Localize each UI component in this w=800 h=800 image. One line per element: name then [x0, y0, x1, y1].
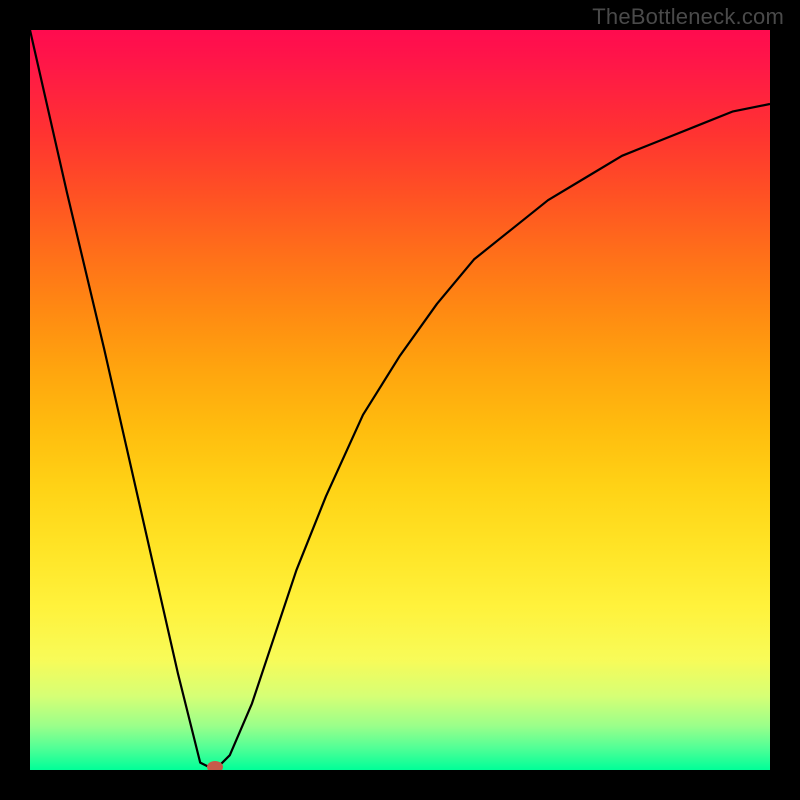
minimum-marker-icon	[207, 761, 223, 770]
watermark-label: TheBottleneck.com	[592, 4, 784, 30]
curve-layer	[30, 30, 770, 770]
bottleneck-curve	[30, 30, 770, 770]
plot-area	[30, 30, 770, 770]
chart-frame: TheBottleneck.com	[0, 0, 800, 800]
